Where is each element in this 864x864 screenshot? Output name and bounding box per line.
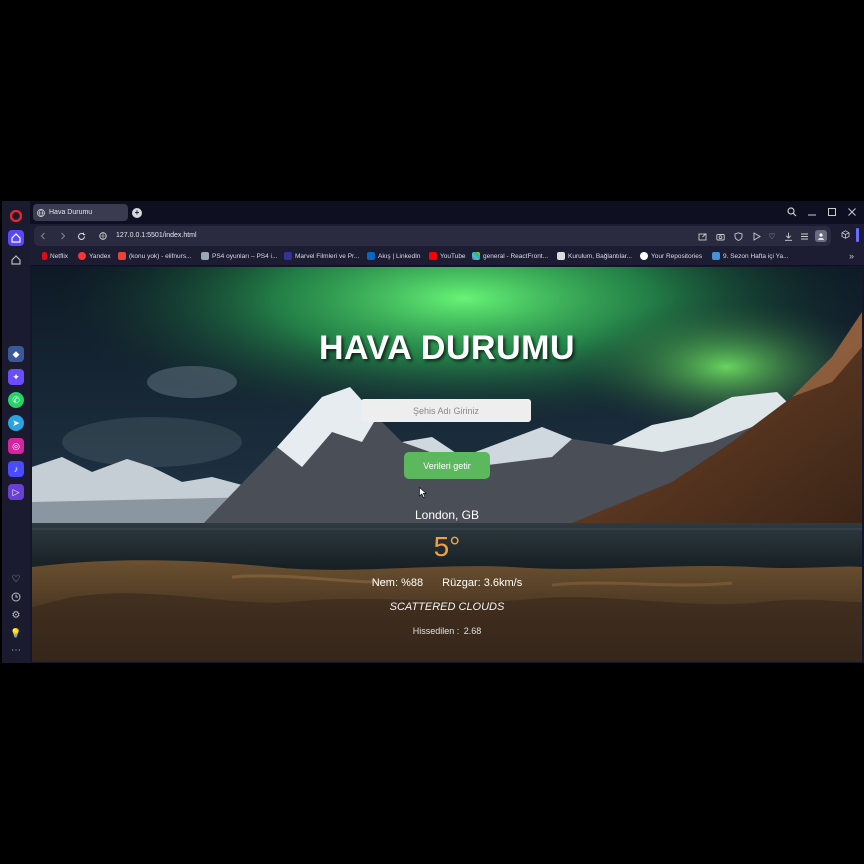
bookmark-netflix[interactable]: Netflix: [42, 252, 68, 260]
reload-icon[interactable]: [76, 231, 86, 241]
music-icon[interactable]: ♪: [8, 461, 24, 477]
fetch-data-button[interactable]: Verileri getir: [404, 452, 490, 479]
tab-hava-durumu[interactable]: Hava Durumu: [33, 204, 128, 221]
instagram-icon[interactable]: ◎: [8, 438, 24, 454]
marvel-icon: [284, 252, 292, 260]
opera-sidebar: ◆ ✦ ✆ ➤ ◎ ♪ ▷ ♡ ⚙ 💡 ⋯: [2, 201, 30, 663]
yandex-icon: [78, 252, 86, 260]
bookmark-github[interactable]: Your Repositories: [640, 252, 702, 260]
weather-stats: Nem: %88 Rüzgar: 3.6km/s: [32, 577, 862, 589]
page-viewport: HAVA DURUMU Verileri getir London, GB 5°…: [32, 267, 862, 662]
netflix-icon: [42, 252, 47, 260]
url-text: 127.0.0.1:5501/index.html: [116, 232, 197, 239]
house-icon[interactable]: [10, 254, 22, 266]
telegram-icon[interactable]: ➤: [8, 415, 24, 431]
forward-arrow-icon[interactable]: [58, 231, 68, 241]
opera-logo-icon[interactable]: [10, 210, 22, 222]
screen: ◆ ✦ ✆ ➤ ◎ ♪ ▷ ♡ ⚙ 💡 ⋯ Hava Durumu + 127.…: [0, 0, 864, 864]
new-tab-button[interactable]: +: [132, 208, 142, 218]
share-icon[interactable]: [697, 231, 707, 241]
github-icon: [640, 252, 648, 260]
bookmark-kurulum[interactable]: Kurulum, Bağlantılar...: [557, 252, 632, 260]
youtube-icon: [429, 252, 437, 260]
bookmarks-more-icon[interactable]: »: [849, 251, 854, 261]
bookmark-yandex[interactable]: Yandex: [78, 252, 111, 260]
easy-setup-icon[interactable]: [799, 231, 809, 241]
wind-text: Rüzgar: 3.6km/s: [442, 577, 523, 589]
page-title: HAVA DURUMU: [318, 329, 576, 367]
heart-icon[interactable]: ♡: [767, 231, 777, 241]
heart-icon[interactable]: ♡: [10, 573, 22, 585]
humidity-text: Nem: %88: [371, 577, 424, 589]
bookmark-slack[interactable]: general - ReactFront...: [472, 252, 548, 260]
feels-like: Hissedilen : 2.68: [32, 626, 862, 636]
gmail-icon: [118, 252, 126, 260]
browser-window: ◆ ✦ ✆ ➤ ◎ ♪ ▷ ♡ ⚙ 💡 ⋯ Hava Durumu + 127.…: [2, 201, 864, 663]
feels-like-value: 2.68: [463, 626, 482, 636]
address-bar[interactable]: 127.0.0.1:5501/index.html ♡: [34, 226, 831, 246]
bookmark-youtube[interactable]: YouTube: [429, 252, 466, 260]
play-icon[interactable]: [751, 231, 761, 241]
feels-like-label: Hissedilen :: [412, 626, 460, 636]
tab-bar: Hava Durumu +: [30, 201, 864, 224]
bookmark-linkedin[interactable]: Akış | LinkedIn: [367, 252, 421, 260]
shield-icon[interactable]: [733, 231, 743, 241]
weather-description: SCATTERED CLOUDS: [389, 601, 505, 613]
download-icon[interactable]: [783, 231, 793, 241]
whatsapp-icon[interactable]: ✆: [8, 392, 24, 408]
bookmark-sezon[interactable]: 9. Sezon Hafta içi Ya...: [712, 252, 789, 260]
mouse-cursor-icon: [419, 487, 427, 498]
city-search-input[interactable]: [361, 399, 531, 422]
location-text: London, GB: [414, 508, 480, 522]
bookmark-ps4[interactable]: PS4 oyunları – PS4 i...: [201, 252, 277, 260]
tab-title: Hava Durumu: [49, 209, 93, 216]
address-bar-row: 127.0.0.1:5501/index.html ♡: [30, 224, 864, 248]
sidebar-toggle-indicator[interactable]: [856, 228, 859, 242]
slack-icon: [472, 252, 480, 260]
linkedin-icon: [367, 252, 375, 260]
history-icon[interactable]: [10, 591, 22, 603]
minimize-button[interactable]: [806, 206, 818, 218]
search-icon[interactable]: [786, 206, 798, 218]
aria-icon[interactable]: ◆: [8, 346, 24, 362]
camera-icon[interactable]: [715, 231, 725, 241]
settings-gear-icon[interactable]: ⚙: [10, 609, 22, 621]
back-arrow-icon[interactable]: [38, 231, 48, 241]
bookmarks-bar: Netflix Yandex (konu yok) - elifnurs... …: [30, 248, 864, 266]
globe-icon: [37, 208, 45, 217]
page-icon: [712, 252, 720, 260]
bookmark-gmail[interactable]: (konu yok) - elifnurs...: [118, 252, 192, 260]
more-dots-icon[interactable]: ⋯: [10, 644, 22, 656]
page-icon: [201, 252, 209, 260]
temperature-value: 5°: [433, 531, 461, 562]
extensions-cube-icon[interactable]: [840, 229, 850, 239]
profile-icon[interactable]: [815, 230, 827, 242]
lightbulb-icon[interactable]: 💡: [10, 627, 22, 639]
bookmark-marvel[interactable]: Marvel Filmleri ve Pr...: [284, 252, 359, 260]
player-icon[interactable]: ▷: [8, 484, 24, 500]
close-button[interactable]: [846, 206, 858, 218]
doc-icon: [557, 252, 565, 260]
messenger-icon[interactable]: ✦: [8, 369, 24, 385]
site-info-icon[interactable]: [98, 231, 108, 241]
home-icon[interactable]: [8, 230, 24, 246]
maximize-button[interactable]: [826, 206, 838, 218]
